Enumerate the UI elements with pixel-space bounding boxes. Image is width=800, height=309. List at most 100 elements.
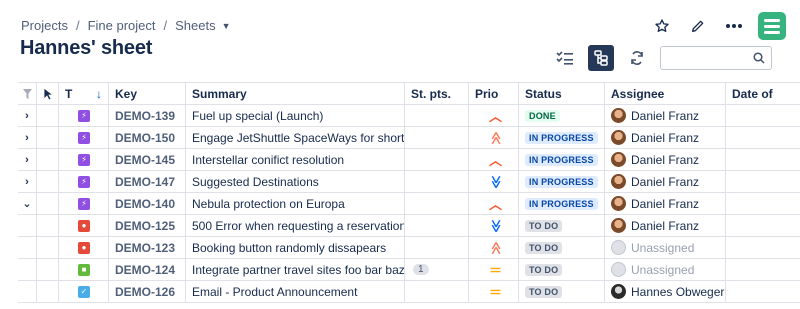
column-header-assignee[interactable]: Assignee [605, 83, 726, 104]
assignee-cell[interactable]: Daniel Franz [605, 171, 726, 192]
assignee-cell[interactable]: Unassigned [605, 237, 726, 258]
date-cell[interactable] [726, 127, 800, 148]
priority-cell[interactable]: ︿ [469, 193, 519, 214]
issue-key-cell[interactable]: DEMO-140 [109, 193, 186, 214]
summary-cell[interactable]: 500 Error when requesting a reservation [186, 215, 405, 236]
priority-cell[interactable]: ︿ [469, 149, 519, 170]
expander-icon[interactable] [18, 281, 37, 302]
expander-icon[interactable]: › [18, 171, 37, 192]
status-cell[interactable]: TO DO [519, 215, 605, 236]
issue-key[interactable]: DEMO-145 [115, 153, 175, 167]
date-cell[interactable] [726, 171, 800, 192]
app-logo[interactable] [758, 12, 786, 40]
status-cell[interactable]: IN PROGRESS [519, 171, 605, 192]
issue-key-cell[interactable]: DEMO-124 [109, 259, 186, 280]
status-cell[interactable]: TO DO [519, 237, 605, 258]
assignee-cell[interactable]: Daniel Franz [605, 105, 726, 126]
expander-icon[interactable]: ⌄ [18, 193, 37, 214]
status-cell[interactable]: DONE [519, 105, 605, 126]
priority-cell[interactable]: ︿ [469, 105, 519, 126]
column-header-key[interactable]: Key [109, 83, 186, 104]
story-points-cell[interactable] [405, 127, 469, 148]
date-cell[interactable] [726, 237, 800, 258]
story-points-cell[interactable] [405, 215, 469, 236]
summary-cell[interactable]: Booking button randomly dissapears [186, 237, 405, 258]
date-cell[interactable] [726, 259, 800, 280]
column-header-priority[interactable]: Prio [469, 83, 519, 104]
column-header-date[interactable]: Date of [726, 83, 800, 104]
issue-key[interactable]: DEMO-150 [115, 131, 175, 145]
assignee-cell[interactable]: Daniel Franz [605, 127, 726, 148]
hierarchy-icon[interactable] [588, 45, 614, 71]
column-header-type[interactable]: T ↓ [59, 83, 109, 104]
refresh-icon[interactable] [624, 45, 650, 71]
date-cell[interactable] [726, 149, 800, 170]
column-header-status[interactable]: Status [519, 83, 605, 104]
story-points-cell[interactable] [405, 171, 469, 192]
status-cell[interactable]: IN PROGRESS [519, 127, 605, 148]
table-row[interactable]: ⌄ ⚡ DEMO-140 Nebula protection on Europa… [18, 193, 800, 215]
date-cell[interactable] [726, 281, 800, 302]
summary-cell[interactable]: Fuel up special (Launch) [186, 105, 405, 126]
pencil-icon[interactable] [686, 14, 710, 38]
assignee-cell[interactable]: Daniel Franz [605, 215, 726, 236]
issue-key[interactable]: DEMO-125 [115, 219, 175, 233]
story-points-cell[interactable] [405, 105, 469, 126]
status-cell[interactable]: IN PROGRESS [519, 149, 605, 170]
issue-key-cell[interactable]: DEMO-150 [109, 127, 186, 148]
breadcrumb-projects[interactable]: Projects [21, 18, 68, 33]
breadcrumb-sheets[interactable]: Sheets [175, 18, 215, 33]
summary-cell[interactable]: Engage JetShuttle SpaceWays for short d.… [186, 127, 405, 148]
table-row[interactable]: ■ DEMO-124 Integrate partner travel site… [18, 259, 800, 281]
assignee-cell[interactable]: Hannes Obweger [605, 281, 726, 302]
table-row[interactable]: ✓ DEMO-126 Email - Product Announcement … [18, 281, 800, 303]
summary-cell[interactable]: Interstellar conifict resolution [186, 149, 405, 170]
assignee-cell[interactable]: Unassigned [605, 259, 726, 280]
issue-key-cell[interactable]: DEMO-126 [109, 281, 186, 302]
story-points-cell[interactable] [405, 237, 469, 258]
priority-cell[interactable]: ≫ [469, 215, 519, 236]
issue-key[interactable]: DEMO-140 [115, 197, 175, 211]
status-cell[interactable]: IN PROGRESS [519, 193, 605, 214]
issue-key-cell[interactable]: DEMO-145 [109, 149, 186, 170]
chevron-down-icon[interactable]: ▼ [222, 21, 231, 31]
story-points-cell[interactable] [405, 281, 469, 302]
issue-key[interactable]: DEMO-139 [115, 109, 175, 123]
table-row[interactable]: › ⚡ DEMO-147 Suggested Destinations ≫ IN… [18, 171, 800, 193]
table-row[interactable]: ● DEMO-125 500 Error when requesting a r… [18, 215, 800, 237]
star-icon[interactable] [650, 14, 674, 38]
story-points-cell[interactable] [405, 149, 469, 170]
priority-cell[interactable]: ＝ [469, 281, 519, 302]
more-icon[interactable] [722, 14, 746, 38]
summary-cell[interactable]: Integrate partner travel sites foo bar b… [186, 259, 405, 280]
story-points-cell[interactable]: 1 [405, 259, 469, 280]
expander-icon[interactable] [18, 215, 37, 236]
assignee-cell[interactable]: Daniel Franz [605, 193, 726, 214]
story-points-cell[interactable] [405, 193, 469, 214]
issue-key-cell[interactable]: DEMO-125 [109, 215, 186, 236]
table-row[interactable]: › ⚡ DEMO-145 Interstellar conifict resol… [18, 149, 800, 171]
issue-key[interactable]: DEMO-123 [115, 241, 175, 255]
table-row[interactable]: ● DEMO-123 Booking button randomly dissa… [18, 237, 800, 259]
issue-key[interactable]: DEMO-147 [115, 175, 175, 189]
expander-icon[interactable]: › [18, 105, 37, 126]
search-input[interactable] [660, 46, 772, 70]
priority-cell[interactable]: ≪ [469, 237, 519, 258]
expander-icon[interactable]: › [18, 149, 37, 170]
filter-icon[interactable] [18, 83, 37, 104]
issue-key[interactable]: DEMO-126 [115, 285, 175, 299]
priority-cell[interactable]: ≫ [469, 171, 519, 192]
summary-cell[interactable]: Email - Product Announcement [186, 281, 405, 302]
priority-cell[interactable]: ＝ [469, 259, 519, 280]
date-cell[interactable] [726, 193, 800, 214]
date-cell[interactable] [726, 215, 800, 236]
sort-arrow-down-icon[interactable]: ↓ [96, 87, 102, 101]
assignee-cell[interactable]: Daniel Franz [605, 149, 726, 170]
expander-icon[interactable] [18, 259, 37, 280]
issue-key-cell[interactable]: DEMO-123 [109, 237, 186, 258]
table-row[interactable]: › ⚡ DEMO-150 Engage JetShuttle SpaceWays… [18, 127, 800, 149]
summary-cell[interactable]: Suggested Destinations [186, 171, 405, 192]
checklist-icon[interactable] [552, 45, 578, 71]
breadcrumb-project[interactable]: Fine project [88, 18, 156, 33]
column-header-story-points[interactable]: St. pts. [405, 83, 469, 104]
